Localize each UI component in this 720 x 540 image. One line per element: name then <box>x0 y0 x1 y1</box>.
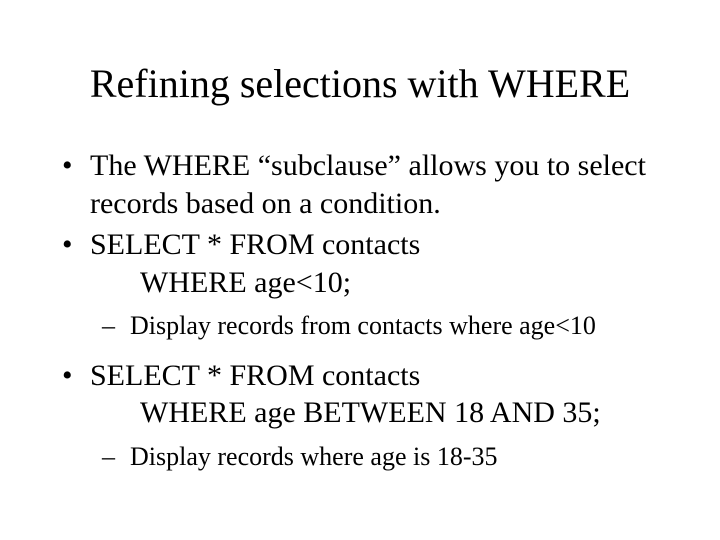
bullet-text: SELECT * FROM contacts <box>90 228 420 261</box>
sub-bullet-item: Display records from contacts where age<… <box>130 309 670 343</box>
bullet-item: SELECT * FROM contacts WHERE age BETWEEN… <box>90 357 670 474</box>
bullet-text: The WHERE “subclause” allows you to sele… <box>90 149 646 220</box>
slide-title: Refining selections with WHERE <box>50 60 670 107</box>
bullet-text-indent: WHERE age BETWEEN 18 AND 35; <box>90 394 670 432</box>
sub-bullet-list: Display records where age is 18-35 <box>90 440 670 474</box>
sub-bullet-text: Display records where age is 18-35 <box>130 442 498 471</box>
bullet-item: The WHERE “subclause” allows you to sele… <box>90 147 670 222</box>
bullet-item: SELECT * FROM contacts WHERE age<10; Dis… <box>90 226 670 343</box>
sub-bullet-list: Display records from contacts where age<… <box>90 309 670 343</box>
bullet-text-indent: WHERE age<10; <box>90 264 670 302</box>
bullet-list: The WHERE “subclause” allows you to sele… <box>50 147 670 474</box>
slide: Refining selections with WHERE The WHERE… <box>0 0 720 540</box>
sub-bullet-text: Display records from contacts where age<… <box>130 311 596 340</box>
sub-bullet-item: Display records where age is 18-35 <box>130 440 670 474</box>
bullet-text: SELECT * FROM contacts <box>90 359 420 392</box>
